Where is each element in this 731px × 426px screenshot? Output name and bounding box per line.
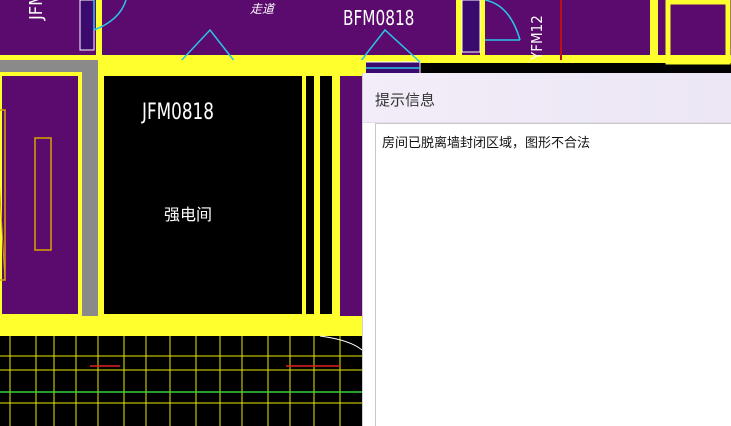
left-room-fill	[0, 72, 82, 318]
label-door-top-left: JFM08	[26, 0, 47, 20]
wall-v1	[96, 0, 102, 60]
door-leaf-top-right	[461, 0, 481, 53]
wall-gap-1	[306, 76, 314, 314]
dialog-title: 提示信息	[375, 91, 436, 109]
wall-v2	[456, 0, 462, 60]
label-door-top-center: BFM0818	[343, 6, 415, 30]
room-right-fill	[340, 76, 362, 316]
dialog-message: 房间已脱离墙封闭区域，图形不合法	[382, 136, 591, 151]
info-dialog[interactable]: 提示信息 房间已脱离墙封闭区域，图形不合法	[362, 73, 731, 426]
red-line-top	[560, 0, 562, 60]
dialog-header[interactable]: 提示信息	[363, 73, 731, 123]
wall-v3	[480, 0, 485, 60]
wall-gap-2	[320, 76, 332, 314]
label-corridor: 走道	[250, 2, 275, 16]
wall-bottom	[0, 316, 362, 336]
wall-v4	[650, 0, 658, 60]
dialog-message-area[interactable]: 房间已脱离墙封闭区域，图形不合法	[375, 123, 731, 426]
door-leaf-top-left	[79, 0, 95, 51]
label-room-name: 强电间	[164, 205, 213, 224]
label-door-top-right: YFM12	[528, 15, 546, 60]
label-room-door: JFM0818	[142, 100, 214, 125]
